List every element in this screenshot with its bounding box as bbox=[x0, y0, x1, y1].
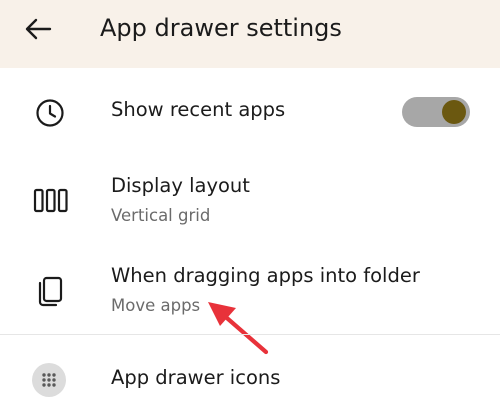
toggle-knob bbox=[442, 100, 466, 124]
back-button[interactable] bbox=[20, 14, 56, 44]
copy-icon bbox=[38, 276, 63, 307]
arrow-left-icon bbox=[25, 18, 52, 40]
annotation-arrow bbox=[208, 302, 269, 355]
setting-display-layout[interactable]: Display layout Vertical grid bbox=[0, 170, 500, 232]
page-title: App drawer settings bbox=[100, 14, 342, 42]
columns-icon bbox=[33, 188, 68, 213]
setting-title: Show recent apps bbox=[111, 98, 286, 121]
grid-dots-icon bbox=[32, 363, 66, 397]
setting-title: When dragging apps into folder bbox=[111, 264, 420, 287]
setting-subtitle: Vertical grid bbox=[111, 206, 211, 225]
setting-title: Display layout bbox=[111, 174, 250, 197]
divider bbox=[0, 334, 500, 335]
setting-app-drawer-icons[interactable]: App drawer icons bbox=[0, 360, 500, 400]
app-bar: App drawer settings bbox=[0, 0, 500, 68]
setting-title: App drawer icons bbox=[111, 366, 281, 389]
clock-icon bbox=[36, 99, 64, 127]
show-recent-apps-toggle[interactable] bbox=[402, 97, 470, 127]
setting-subtitle: Move apps bbox=[111, 296, 201, 315]
